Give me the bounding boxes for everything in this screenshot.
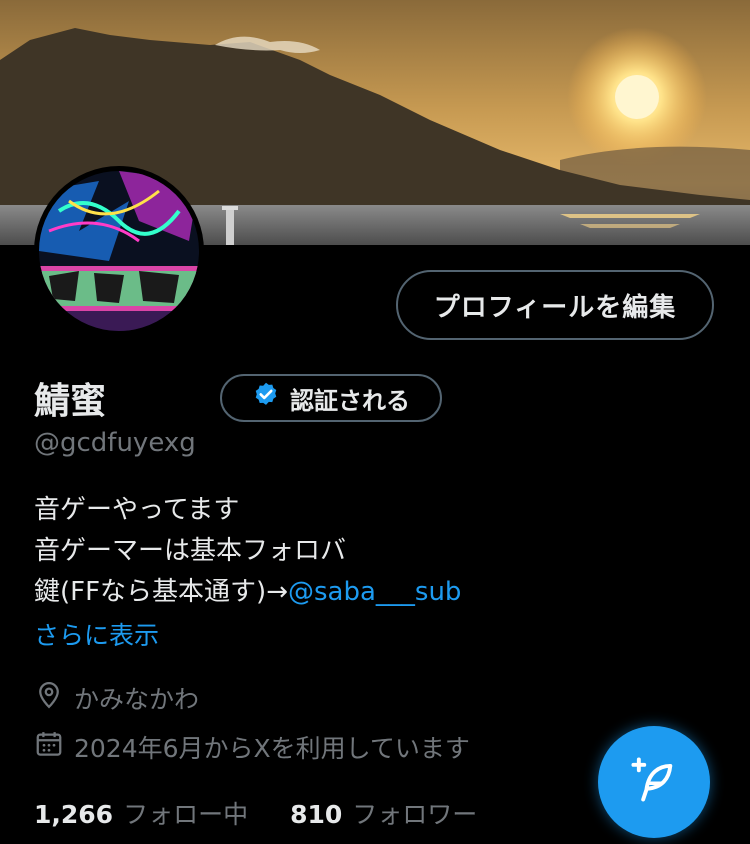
- profile-avatar[interactable]: [34, 166, 204, 336]
- following-count: 1,266: [34, 800, 114, 829]
- bio-line: 鍵(FFなら基本通す)→@saba___sub: [34, 572, 461, 613]
- show-more-link[interactable]: さらに表示: [34, 616, 159, 652]
- edit-profile-button[interactable]: プロフィールを編集: [396, 270, 714, 340]
- bio-text: 鍵(FFなら基本通す)→: [34, 577, 288, 607]
- user-handle: @gcdfuyexg: [34, 428, 196, 458]
- follow-stats: 1,266 フォロー中 810 フォロワー: [34, 795, 477, 831]
- bio-line: 音ゲーやってます: [34, 495, 240, 525]
- followers-label: フォロワー: [352, 800, 478, 829]
- display-name: 鯖蜜: [34, 381, 107, 422]
- get-verified-label: 認証される: [290, 386, 410, 415]
- profile-bio: 音ゲーやってます 音ゲーマーは基本フォロバ 鍵(FFなら基本通す)→@saba_…: [34, 490, 461, 613]
- profile-join-date: 2024年6月からXを利用しています: [34, 729, 470, 765]
- compose-post-button[interactable]: [598, 726, 710, 838]
- join-date-text: 2024年6月からXを利用しています: [74, 734, 470, 763]
- profile-location: かみなかわ: [34, 680, 199, 716]
- avatar-image: [39, 171, 199, 331]
- followers-link[interactable]: 810 フォロワー: [290, 795, 477, 831]
- followers-count: 810: [290, 800, 343, 829]
- following-label: フォロー中: [123, 800, 249, 829]
- location-text: かみなかわ: [74, 685, 200, 714]
- bio-mention-link[interactable]: @saba___sub: [288, 577, 461, 607]
- location-pin-icon: [34, 680, 64, 716]
- calendar-icon: [34, 729, 64, 765]
- get-verified-button[interactable]: 認証される: [220, 374, 442, 422]
- following-link[interactable]: 1,266 フォロー中: [34, 795, 248, 831]
- edit-profile-label: プロフィールを編集: [433, 292, 677, 323]
- bio-line: 音ゲーマーは基本フォロバ: [34, 536, 347, 566]
- compose-feather-icon: [628, 754, 680, 810]
- verified-badge-icon: [252, 381, 280, 415]
